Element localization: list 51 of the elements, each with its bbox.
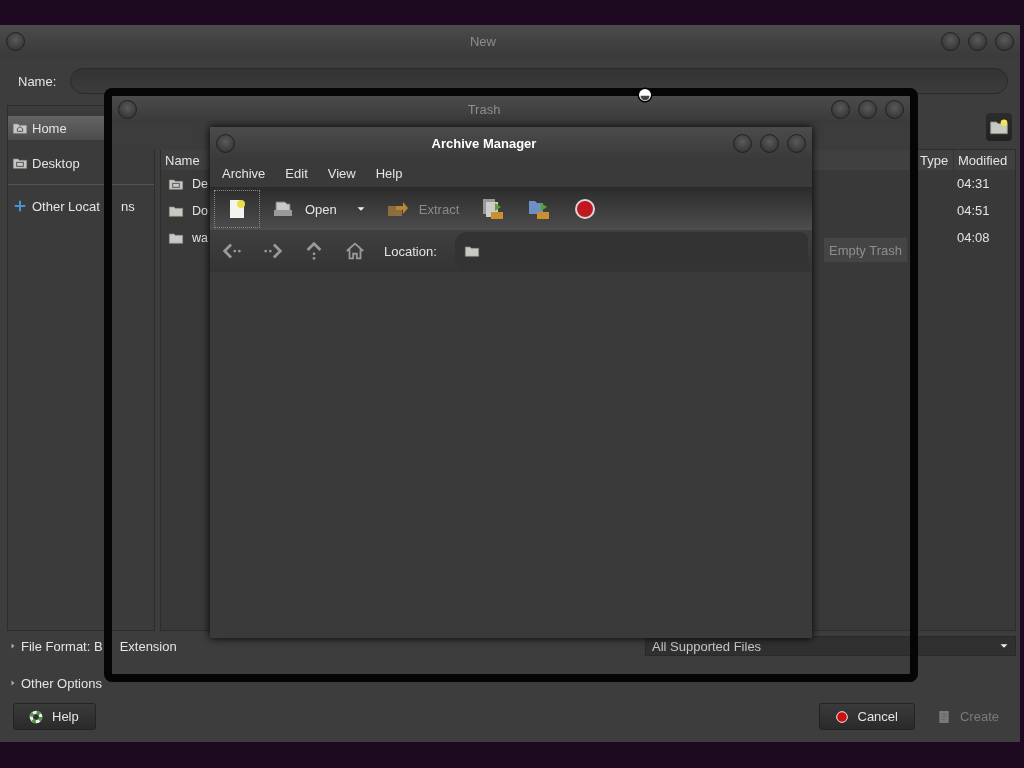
minimize-button[interactable] xyxy=(941,31,960,51)
filter-dropdown[interactable]: All Supported Files xyxy=(645,636,1016,656)
sidebar-item[interactable]: Home xyxy=(8,116,104,140)
file-name: De xyxy=(192,176,208,191)
folder-icon xyxy=(463,243,480,259)
column-header[interactable]: Type xyxy=(915,150,953,170)
add-files-icon xyxy=(481,197,506,221)
modified-time: 04:31 xyxy=(956,176,991,191)
window-title: Trash xyxy=(466,101,502,117)
window-menu-button[interactable] xyxy=(6,31,25,51)
name-label: Name: xyxy=(18,73,57,89)
expander[interactable]: Other Options xyxy=(7,672,102,694)
column-header[interactable]: Modified xyxy=(953,150,1012,170)
location-label: Location: xyxy=(384,243,437,259)
menu-item[interactable]: Archive xyxy=(212,160,276,187)
expander[interactable]: File Format: B Extension xyxy=(7,635,177,657)
plus-icon xyxy=(12,198,28,214)
menu-item[interactable]: Edit xyxy=(275,160,318,187)
window-menu-button[interactable] xyxy=(216,134,235,153)
open-button[interactable]: Open xyxy=(260,190,348,228)
close-button[interactable] xyxy=(787,134,806,153)
sidebar-item[interactable]: Desktop xyxy=(8,151,104,175)
new-folder-button[interactable] xyxy=(986,113,1012,141)
menu-item[interactable]: View xyxy=(317,160,366,187)
menu-item[interactable]: Help xyxy=(365,160,413,187)
home-folder-icon xyxy=(12,120,28,136)
home-icon xyxy=(344,240,366,262)
stop-icon xyxy=(573,197,598,221)
close-button[interactable] xyxy=(885,99,904,119)
maximize-button[interactable] xyxy=(858,99,877,119)
minimize-button[interactable] xyxy=(733,134,752,153)
minimize-button[interactable] xyxy=(831,99,850,119)
file-name: Do xyxy=(192,203,208,218)
modified-time: 04:51 xyxy=(956,203,991,218)
new-archive-button[interactable] xyxy=(214,190,260,228)
window-menu-button[interactable] xyxy=(118,99,137,119)
close-button[interactable] xyxy=(995,31,1014,51)
maximize-button[interactable] xyxy=(760,134,779,153)
sidebar-item[interactable]: Other Locat ns xyxy=(8,194,135,218)
new-folder-icon xyxy=(989,117,1009,137)
window-title: Archive Manager xyxy=(430,136,538,151)
lifebuoy-icon xyxy=(28,708,44,725)
file-name: wa xyxy=(192,230,208,245)
window-title: New xyxy=(469,33,497,49)
cancel-button[interactable]: Cancel xyxy=(818,703,915,730)
desktop-folder-icon xyxy=(12,155,28,171)
column-header[interactable]: Name xyxy=(161,150,204,170)
cancel-icon xyxy=(833,708,850,725)
maximize-button[interactable] xyxy=(968,31,987,51)
help-button[interactable]: Help xyxy=(13,703,96,730)
modified-time: 04:08 xyxy=(956,230,991,245)
